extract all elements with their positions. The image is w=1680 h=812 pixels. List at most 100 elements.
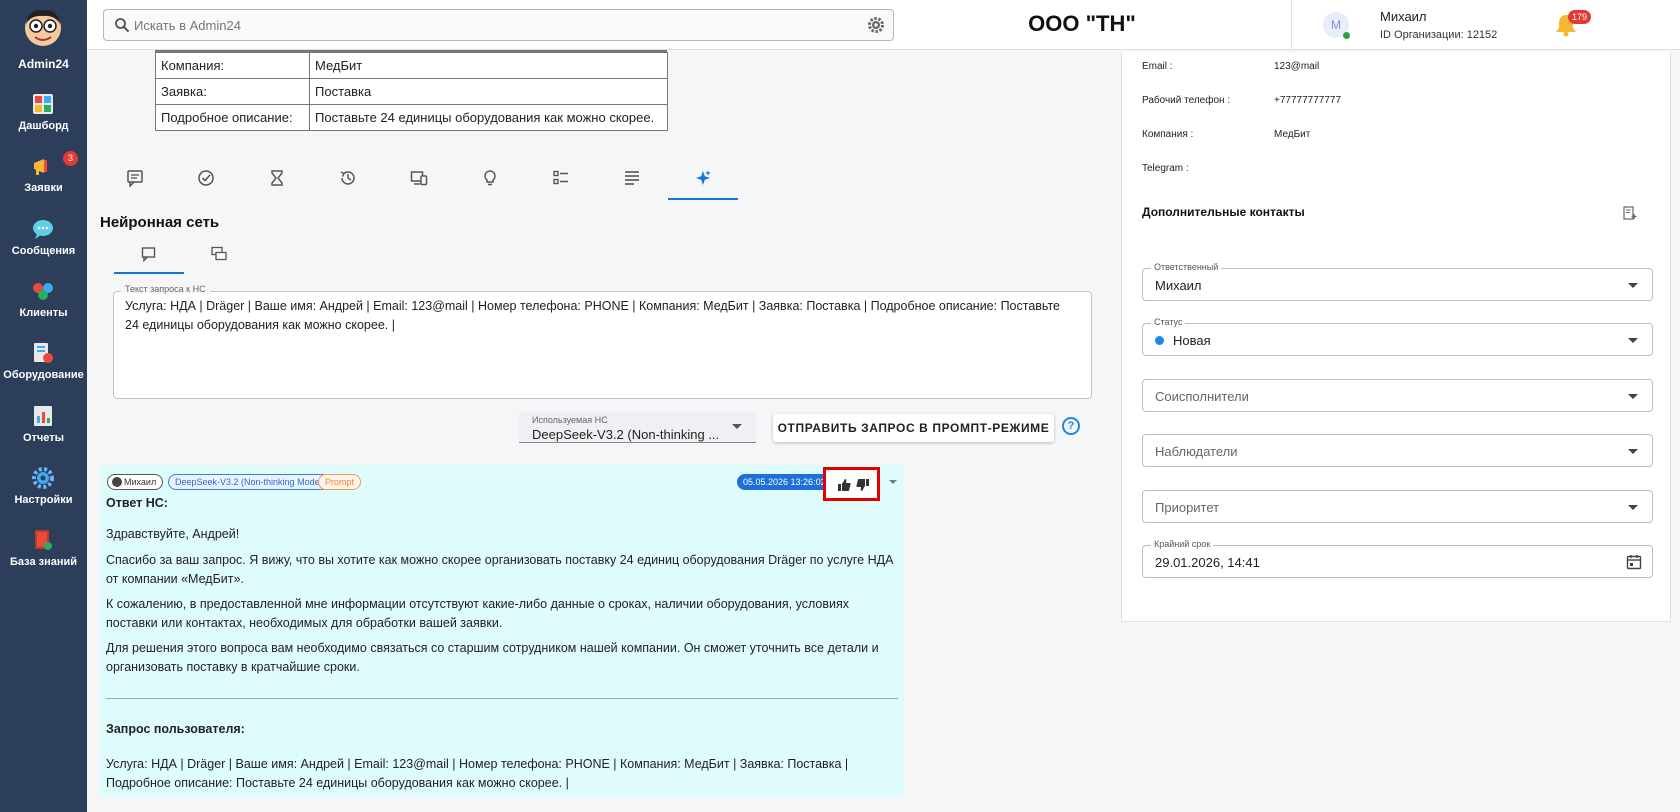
search-bar[interactable] (103, 9, 894, 41)
sidebar-item-settings[interactable]: Настройки (0, 458, 87, 518)
sidebar-item-label: Оборудование (3, 369, 84, 381)
calendar-icon[interactable] (1626, 554, 1642, 570)
user-icon (112, 477, 122, 487)
thumbs-up-icon[interactable] (837, 478, 851, 492)
online-status-dot (1343, 32, 1350, 39)
tab-text[interactable] (597, 160, 667, 200)
gear-icon[interactable] (867, 16, 885, 34)
lightbulb-icon (484, 170, 496, 186)
request-info-table: Компания: МедБит Заявка: Поставка Подроб… (155, 52, 668, 131)
tab-history[interactable] (313, 160, 383, 200)
thumbs-down-icon[interactable] (856, 478, 870, 492)
answer-paragraph: Для решения этого вопроса вам необходимо… (106, 641, 879, 674)
subtab-chat-history[interactable] (184, 240, 254, 274)
sidebar: Admin24 Дашборд 3 Заявки Сообщения Клиен… (0, 0, 87, 812)
app-logo[interactable]: Admin24 (0, 0, 87, 74)
sidebar-item-messages[interactable]: Сообщения (0, 209, 87, 269)
comments-icon (127, 170, 143, 187)
sidebar-item-equipment[interactable]: Оборудование (0, 333, 87, 393)
knowledge-base-icon (35, 530, 52, 550)
request-text: Услуга: НДА | Dräger | Ваше имя: Андрей … (106, 757, 849, 790)
chevron-down-icon (1628, 394, 1638, 399)
user-name[interactable]: Михаил (1380, 9, 1427, 24)
chevron-down-icon (1628, 283, 1638, 288)
deadline-field[interactable]: Крайний срок 29.01.2026, 14:41 (1142, 539, 1653, 578)
table-row: Подробное описание: Поставьте 24 единицы… (155, 104, 668, 131)
contact-value: МедБит (1274, 129, 1311, 140)
contact-panel: Email : 123@mail Рабочий телефон : +7777… (1121, 52, 1671, 622)
sidebar-item-clients[interactable]: Клиенты (0, 271, 87, 331)
checklist-icon (553, 170, 568, 185)
field-placeholder: Наблюдатели (1155, 444, 1238, 459)
field-label: Статус (1151, 317, 1186, 327)
status-select[interactable]: Статус Новая (1142, 317, 1653, 356)
add-contact-icon[interactable] (1623, 206, 1637, 220)
contact-label: Email : (1142, 61, 1173, 72)
prompt-label: Текст запроса к НС (121, 284, 210, 294)
settings-icon (32, 467, 54, 489)
author-name: Михаил (124, 477, 157, 487)
author-chip: Михаил (107, 474, 164, 490)
responsible-select[interactable]: Ответственный Михаил (1142, 262, 1653, 301)
tab-checklist[interactable] (526, 160, 596, 200)
tab-waiting[interactable] (242, 160, 312, 200)
co-executors-select[interactable]: Соисполнители (1142, 379, 1653, 412)
answer-heading: Ответ НС: (106, 496, 168, 510)
answer-card: Михаил DeepSeek-V3.2 (Non-thinking Mode)… (100, 465, 904, 797)
tab-ideas[interactable] (455, 160, 525, 200)
sidebar-item-reports[interactable]: Отчеты (0, 396, 87, 456)
table-key: Заявка: (155, 78, 310, 105)
sidebar-item-label: Отчеты (22, 432, 65, 444)
search-input[interactable] (134, 14, 834, 36)
sidebar-item-requests[interactable]: 3 Заявки (0, 146, 87, 206)
sidebar-item-label: База знаний (9, 556, 78, 568)
table-value: МедБит (309, 52, 668, 79)
tab-devices[interactable] (384, 160, 454, 200)
sidebar-item-dashboard[interactable]: Дашборд (0, 84, 87, 144)
model-chip: DeepSeek-V3.2 (Non-thinking Mode) (168, 474, 330, 490)
divider (106, 698, 898, 699)
sidebar-item-label: Дашборд (18, 120, 69, 132)
tab-neural-network[interactable] (668, 160, 738, 200)
sidebar-item-label: Настройки (14, 494, 73, 506)
field-value: Новая (1173, 333, 1211, 348)
help-icon[interactable]: ? (1062, 417, 1080, 435)
answer-paragraph: К сожалению, в предоставленной мне инфор… (106, 597, 849, 630)
hourglass-icon (271, 170, 283, 186)
sidebar-item-label: Клиенты (19, 307, 68, 319)
table-key: Компания: (155, 52, 310, 79)
contact-label: Компания : (1142, 129, 1194, 140)
chat-add-icon (141, 247, 156, 262)
contact-label: Telegram : (1142, 163, 1189, 174)
model-select-label: Используемая НС (532, 415, 608, 425)
priority-select[interactable]: Приоритет (1142, 490, 1653, 523)
send-prompt-button[interactable]: ОТПРАВИТЬ ЗАПРОС В ПРОМПТ-РЕЖИМЕ (773, 414, 1054, 442)
organization-id: ID Организации: 12152 (1380, 29, 1498, 41)
table-value: Поставьте 24 единицы оборудования как мо… (309, 104, 668, 131)
prompt-text[interactable]: Услуга: НДА | Dräger | Ваше имя: Андрей … (125, 297, 1075, 335)
observers-select[interactable]: Наблюдатели (1142, 434, 1653, 467)
devices-icon (410, 171, 428, 186)
organization-title: ООО "ТН" (1028, 11, 1136, 36)
model-select[interactable]: Используемая НС DeepSeek-V3.2 (Non-think… (519, 412, 756, 443)
sidebar-item-label: Заявки (24, 182, 63, 194)
tab-done[interactable] (171, 160, 241, 200)
tab-comments[interactable] (100, 160, 170, 200)
answer-greeting: Здравствуйте, Андрей! (106, 527, 240, 541)
timestamp-badge: 05.05.2026 13:26:02 (737, 474, 832, 490)
chevron-down-icon (1628, 449, 1638, 454)
app-name: Admin24 (18, 57, 69, 71)
dashboard-icon (33, 94, 53, 114)
sidebar-item-knowledge-base[interactable]: База знаний (0, 520, 87, 580)
chevron-down-icon[interactable] (889, 480, 897, 484)
top-bar: ООО "ТН" М Михаил ID Организации: 12152 … (87, 0, 1680, 50)
subtab-new-request[interactable] (114, 240, 184, 274)
table-row: Заявка: Поставка (155, 78, 668, 105)
check-circle-icon (198, 170, 214, 186)
extra-contacts-title: Дополнительные контакты (1142, 205, 1305, 219)
divider (1291, 0, 1292, 50)
search-icon (115, 18, 130, 33)
contact-value: 123@mail (1274, 61, 1320, 72)
text-align-icon (625, 171, 639, 185)
clients-icon (33, 283, 53, 300)
